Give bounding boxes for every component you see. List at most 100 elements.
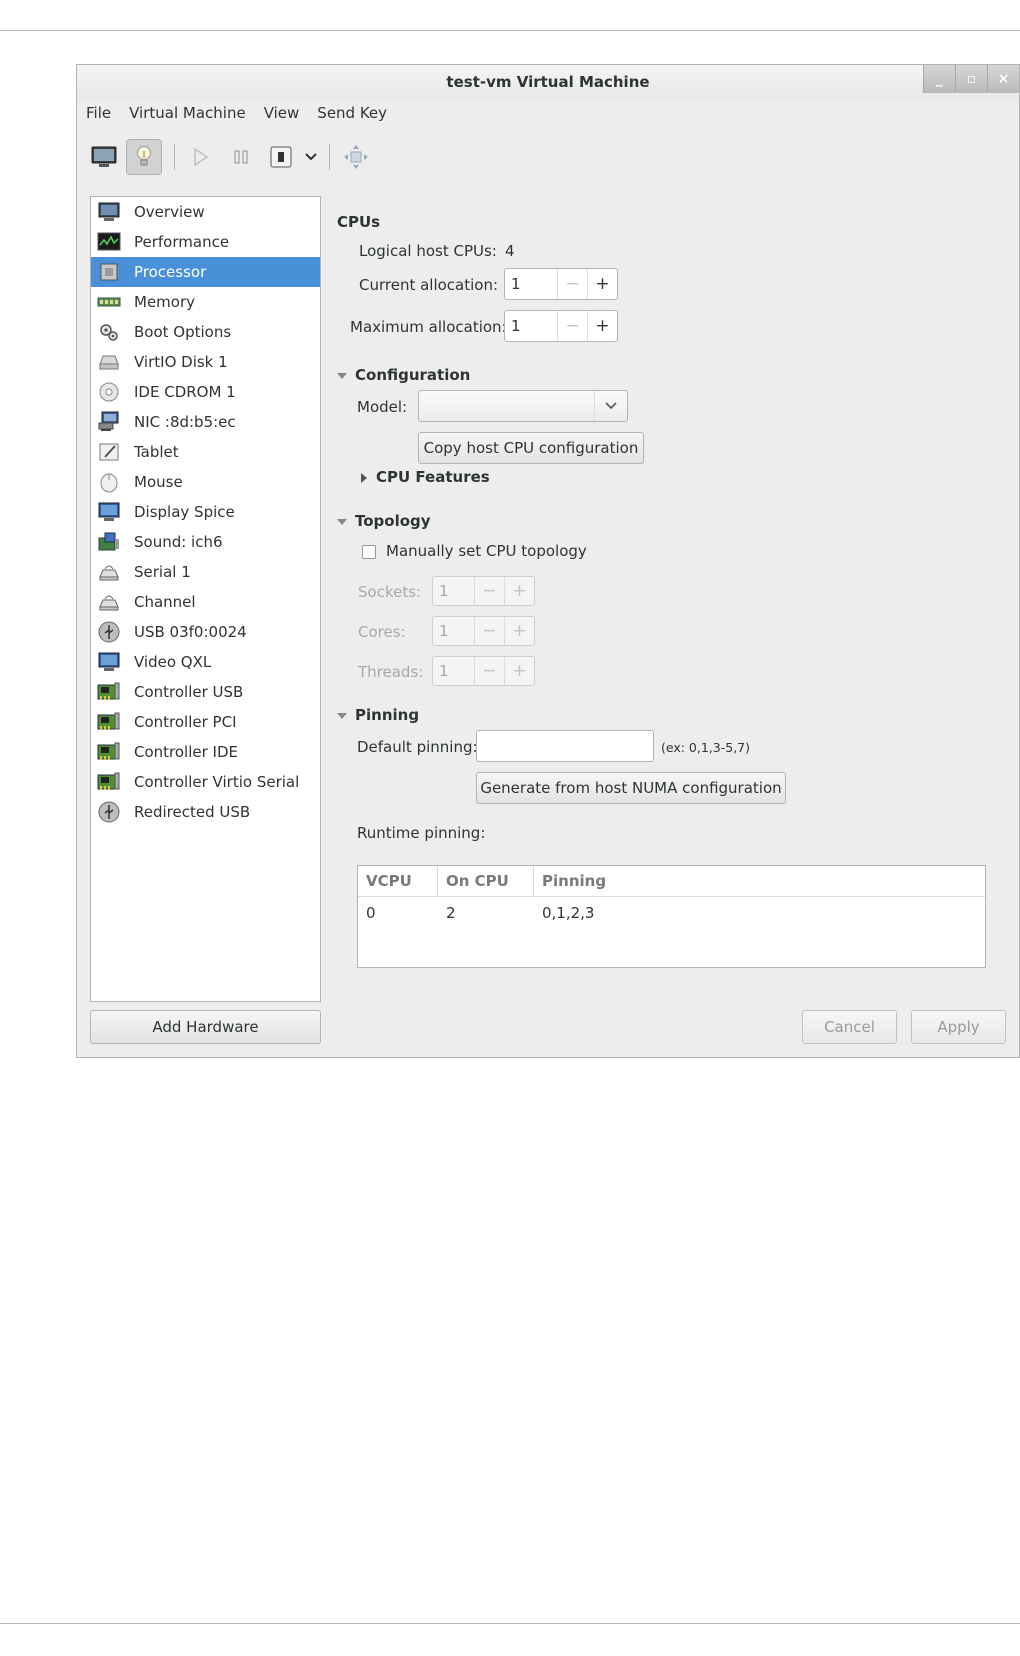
current-allocation-increment[interactable]: + [587, 269, 617, 299]
topology-expander[interactable]: Topology [337, 512, 431, 530]
apply-button[interactable]: Apply [911, 1010, 1006, 1044]
details-button[interactable] [126, 139, 162, 175]
sidebar-item-controller-pci[interactable]: Controller PCI [91, 707, 320, 737]
maximum-allocation-spinner[interactable]: 1 − + [504, 310, 618, 342]
expander-open-icon [337, 712, 347, 719]
configuration-expander[interactable]: Configuration [337, 366, 470, 384]
cpus-heading: CPUs [337, 213, 381, 231]
current-allocation-spinner[interactable]: 1 − + [504, 268, 618, 300]
console-button[interactable] [86, 139, 122, 175]
sidebar-item-display-spice[interactable]: Display Spice [91, 497, 320, 527]
sidebar-item-label: Serial 1 [134, 563, 191, 581]
run-button[interactable] [183, 139, 219, 175]
cores-decrement[interactable]: − [473, 617, 504, 645]
sockets-spinner[interactable]: 1 − + [432, 576, 535, 606]
sidebar-item-label: Memory [134, 293, 196, 311]
expander-open-icon [337, 372, 347, 379]
current-allocation-decrement[interactable]: − [557, 269, 587, 299]
cores-spinner[interactable]: 1 − + [432, 616, 535, 646]
sidebar-item-controller-usb[interactable]: Controller USB [91, 677, 320, 707]
cores-value[interactable]: 1 [433, 617, 474, 645]
sidebar-item-redirected-usb[interactable]: Redirected USB [91, 797, 320, 827]
model-combo[interactable] [418, 390, 628, 422]
sockets-value[interactable]: 1 [433, 577, 474, 605]
fullscreen-button[interactable] [338, 139, 374, 175]
column-vcpu[interactable]: VCPU [358, 866, 438, 896]
sidebar-item-serial-1[interactable]: Serial 1 [91, 557, 320, 587]
shutdown-icon [270, 146, 292, 168]
model-label: Model: [357, 398, 408, 416]
sidebar-item-nic-8d-b5-ec[interactable]: NIC :8d:b5:ec [91, 407, 320, 437]
table-row[interactable]: 0 2 0,1,2,3 [358, 897, 985, 927]
sidebar-item-performance[interactable]: Performance [91, 227, 320, 257]
threads-spinner[interactable]: 1 − + [432, 656, 535, 686]
sidebar-item-label: Controller IDE [134, 743, 239, 761]
maximize-button[interactable]: ▫ [955, 65, 987, 93]
manual-topology-option[interactable]: Manually set CPU topology [362, 542, 587, 560]
maximum-allocation-value[interactable]: 1 [505, 311, 557, 341]
menu-file[interactable]: File [77, 99, 120, 129]
sidebar-item-label: Display Spice [134, 503, 235, 521]
sidebar-item-sound-ich6[interactable]: Sound: ich6 [91, 527, 320, 557]
sound-card-icon [97, 531, 121, 553]
sidebar-item-label: Boot Options [134, 323, 232, 341]
menu-send-key[interactable]: Send Key [308, 99, 396, 129]
default-pinning-input[interactable] [476, 730, 654, 762]
add-hardware-button[interactable]: Add Hardware [90, 1010, 321, 1044]
sidebar-item-label: Controller PCI [134, 713, 237, 731]
sidebar-item-processor[interactable]: Processor [91, 257, 320, 287]
sidebar-item-controller-virtio-serial[interactable]: Controller Virtio Serial [91, 767, 320, 797]
threads-increment[interactable]: + [503, 657, 534, 685]
sidebar-item-overview[interactable]: Overview [91, 197, 320, 227]
cancel-button[interactable]: Cancel [802, 1010, 897, 1044]
threads-decrement[interactable]: − [473, 657, 504, 685]
sidebar-item-ide-cdrom-1[interactable]: IDE CDROM 1 [91, 377, 320, 407]
sidebar-item-controller-ide[interactable]: Controller IDE [91, 737, 320, 767]
title-bar[interactable]: test-vm Virtual Machine _ ▫ × [77, 65, 1019, 99]
shutdown-dropdown-button[interactable] [299, 139, 323, 175]
sidebar-item-virtio-disk-1[interactable]: VirtIO Disk 1 [91, 347, 320, 377]
manual-topology-checkbox[interactable] [362, 544, 376, 559]
copy-host-cpu-button[interactable]: Copy host CPU configuration [418, 432, 644, 464]
cpu-features-expander[interactable]: CPU Features [361, 468, 490, 486]
sidebar-item-video-qxl[interactable]: Video QXL [91, 647, 320, 677]
cell-pinning[interactable]: 0,1,2,3 [534, 897, 594, 927]
disk-icon [97, 351, 121, 373]
shutdown-button[interactable] [263, 139, 299, 175]
sidebar-item-memory[interactable]: Memory [91, 287, 320, 317]
menu-bar: File Virtual Machine View Send Key [77, 99, 396, 129]
maximum-allocation-increment[interactable]: + [587, 311, 617, 341]
sidebar-item-label: Mouse [134, 473, 183, 491]
sidebar-item-usb-03f0-0024[interactable]: USB 03f0:0024 [91, 617, 320, 647]
sidebar-item-label: Controller USB [134, 683, 244, 701]
toolbar-separator [174, 144, 175, 170]
sidebar-item-label: VirtIO Disk 1 [134, 353, 228, 371]
sidebar-item-boot-options[interactable]: Boot Options [91, 317, 320, 347]
sidebar-item-mouse[interactable]: Mouse [91, 467, 320, 497]
serial-icon [97, 561, 121, 583]
lightbulb-icon [137, 146, 151, 166]
fullscreen-icon [344, 145, 368, 169]
column-on-cpu[interactable]: On CPU [438, 866, 534, 896]
generate-numa-button[interactable]: Generate from host NUMA configuration [476, 772, 786, 804]
pinning-expander[interactable]: Pinning [337, 706, 419, 724]
cores-increment[interactable]: + [503, 617, 534, 645]
sockets-increment[interactable]: + [503, 577, 534, 605]
menu-view[interactable]: View [255, 99, 309, 129]
minimize-button[interactable]: _ [923, 65, 955, 93]
cores-label: Cores: [358, 623, 406, 641]
pause-button[interactable] [223, 139, 259, 175]
sidebar-item-channel[interactable]: Channel [91, 587, 320, 617]
maximum-allocation-decrement[interactable]: − [557, 311, 587, 341]
sidebar-item-tablet[interactable]: Tablet [91, 437, 320, 467]
cell-on-cpu: 2 [446, 904, 456, 922]
current-allocation-value[interactable]: 1 [505, 269, 557, 299]
threads-value[interactable]: 1 [433, 657, 474, 685]
model-dropdown-arrow[interactable] [594, 391, 627, 421]
close-button[interactable]: × [987, 65, 1019, 93]
column-pinning[interactable]: Pinning [534, 866, 985, 896]
menu-virtual-machine[interactable]: Virtual Machine [120, 99, 255, 129]
sockets-decrement[interactable]: − [473, 577, 504, 605]
memory-icon [97, 291, 121, 313]
toolbar [86, 137, 378, 177]
